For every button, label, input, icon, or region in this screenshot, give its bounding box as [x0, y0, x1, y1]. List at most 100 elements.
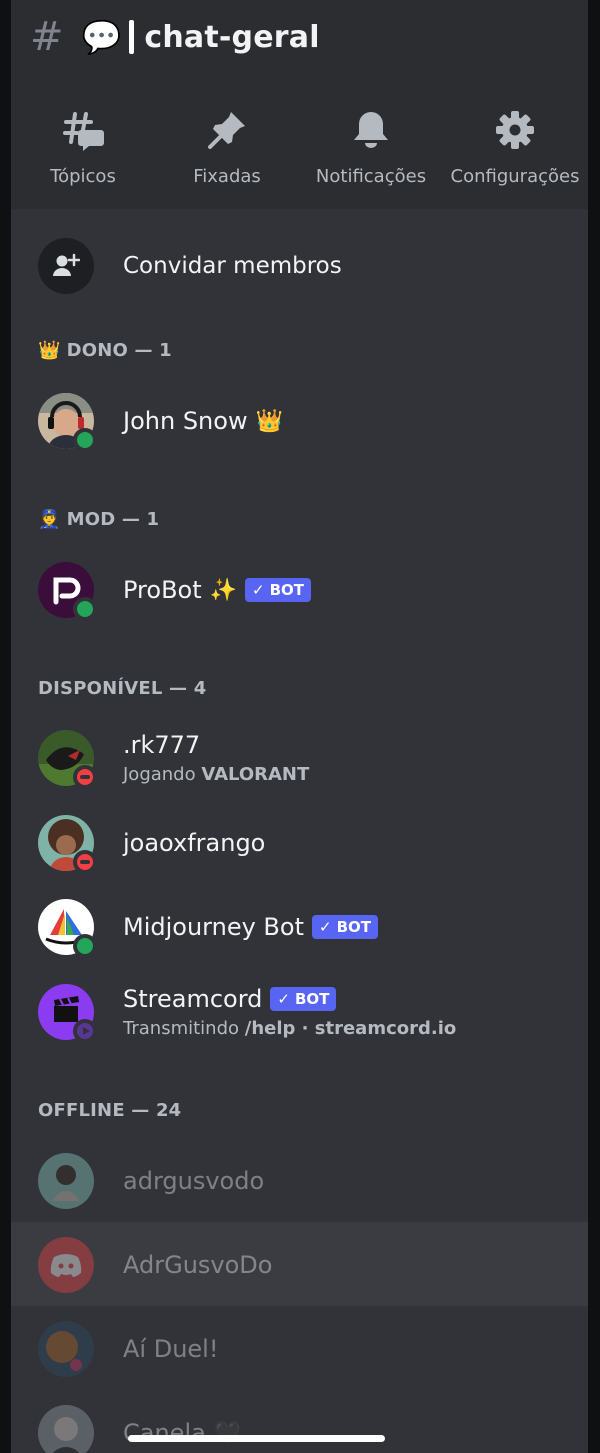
- activity-name: VALORANT: [201, 764, 310, 785]
- status-dnd-indicator: [73, 850, 97, 874]
- activity-name: /help · streamcord.io: [244, 1018, 457, 1039]
- member-text: Aí Duel!: [123, 1335, 218, 1363]
- invite-label: Convidar membros: [123, 253, 342, 279]
- avatar: [38, 984, 97, 1043]
- hash-icon: #: [30, 14, 64, 60]
- section-available-title: DISPONÍVEL — 4: [38, 678, 207, 699]
- member-text: AdrGusvoDo: [123, 1251, 272, 1279]
- member-name: AdrGusvoDo: [123, 1251, 273, 1279]
- member-text: Streamcord ✓ BOT Transmitindo /help · st…: [123, 985, 456, 1039]
- section-owner-title: DONO — 1: [66, 340, 172, 361]
- notifications-button[interactable]: Notificações: [299, 108, 443, 198]
- member-text: John Snow 👑: [123, 407, 283, 435]
- member-text: Midjourney Bot ✓ BOT: [123, 913, 378, 941]
- add-user-icon: [38, 238, 94, 294]
- channel-title-row: # 💬 chat-geral: [30, 14, 320, 60]
- verified-check-icon: ✓: [252, 581, 265, 599]
- notifications-label: Notificações: [315, 166, 427, 187]
- avatar: [38, 562, 97, 621]
- bot-badge-label: BOT: [336, 918, 371, 936]
- verified-check-icon: ✓: [318, 918, 332, 936]
- threads-button[interactable]: Tópicos: [11, 108, 155, 198]
- status-online-indicator: [73, 934, 97, 958]
- member-joaoxfrango[interactable]: joaoxfrango: [38, 815, 578, 874]
- sparkles-emoji: ✨: [209, 577, 238, 603]
- section-available: DISPONÍVEL — 4: [38, 678, 206, 699]
- member-text: adrgusvodo: [123, 1167, 264, 1195]
- member-name-row: Streamcord ✓ BOT: [123, 985, 456, 1013]
- member-name: Midjourney Bot: [123, 913, 304, 941]
- member-name: ProBot: [123, 576, 202, 604]
- avatar-image: [38, 1321, 94, 1377]
- member-name-row: ProBot ✨ ✓ BOT: [123, 576, 312, 604]
- avatar: [38, 1237, 94, 1293]
- section-offline: OFFLINE — 24: [38, 1100, 181, 1121]
- avatar: [38, 730, 97, 789]
- section-mod: 👮 MOD — 1: [38, 509, 159, 530]
- title-divider: [129, 20, 135, 54]
- invite-members-button[interactable]: Convidar membros: [38, 238, 342, 294]
- avatar: [38, 1405, 94, 1453]
- section-owner: 👑 DONO — 1: [38, 340, 172, 361]
- bot-badge-label: BOT: [269, 581, 305, 599]
- bot-badge: ✓ BOT: [245, 578, 312, 602]
- member-midjourney-bot[interactable]: Midjourney Bot ✓ BOT: [38, 899, 578, 958]
- settings-button[interactable]: Configurações: [443, 108, 587, 198]
- pins-label: Fixadas: [193, 166, 261, 187]
- activity-prefix: Jogando: [123, 764, 196, 785]
- bell-icon: [349, 108, 393, 152]
- avatar: [38, 1321, 94, 1377]
- bot-badge-label: BOT: [294, 990, 330, 1008]
- threads-label: Tópicos: [50, 166, 116, 187]
- member-text: Canela 🖤: [123, 1419, 241, 1447]
- member-activity: Transmitindo /help · streamcord.io: [123, 1018, 456, 1039]
- member-probot[interactable]: ProBot ✨ ✓ BOT: [38, 562, 578, 621]
- channel-actions: Tópicos Fixadas Notificações Configuraçõ…: [11, 108, 588, 198]
- pins-button[interactable]: Fixadas: [155, 108, 299, 198]
- member-name: Streamcord: [123, 985, 263, 1013]
- status-dnd-indicator: [73, 765, 97, 789]
- threads-icon: [61, 108, 105, 152]
- bot-badge: ✓ BOT: [311, 915, 378, 939]
- home-indicator[interactable]: [128, 1435, 385, 1442]
- member-name: adrgusvodo: [123, 1167, 265, 1195]
- settings-label: Configurações: [450, 166, 580, 187]
- discord-logo-icon: [38, 1237, 94, 1293]
- avatar: [38, 1153, 94, 1209]
- avatar: [38, 899, 97, 958]
- member-name-row: John Snow 👑: [123, 407, 283, 435]
- section-mod-title: MOD — 1: [66, 509, 160, 530]
- bot-badge: ✓ BOT: [270, 987, 337, 1011]
- status-online-indicator: [73, 597, 97, 621]
- crown-emoji: 👑: [38, 340, 61, 361]
- gear-icon: [493, 108, 537, 152]
- status-online-indicator: [73, 428, 97, 452]
- crown-emoji: 👑: [255, 408, 283, 434]
- member-name-row: Midjourney Bot ✓ BOT: [123, 913, 378, 941]
- member-name-row: Canela 🖤: [123, 1419, 241, 1447]
- member-canela[interactable]: Canela 🖤: [38, 1405, 578, 1453]
- channel-title: chat-geral: [144, 19, 320, 55]
- avatar: [38, 393, 97, 452]
- status-streaming-indicator: [73, 1019, 97, 1043]
- member-name: John Snow: [123, 407, 248, 435]
- member-text: ProBot ✨ ✓ BOT: [123, 576, 312, 604]
- member-name: Aí Duel!: [123, 1335, 219, 1363]
- member-text: joaoxfrango: [123, 829, 265, 857]
- member-john-snow[interactable]: John Snow 👑: [38, 393, 578, 452]
- member-adrgusvodo[interactable]: adrgusvodo: [38, 1153, 578, 1209]
- member-streamcord[interactable]: Streamcord ✓ BOT Transmitindo /help · st…: [38, 984, 578, 1043]
- member-name: joaoxfrango: [123, 829, 266, 857]
- avatar-image: [38, 1153, 94, 1209]
- police-officer-emoji: 👮: [38, 509, 61, 530]
- member-ai-duel[interactable]: Aí Duel!: [38, 1321, 578, 1377]
- member-activity: Jogando VALORANT: [123, 764, 309, 785]
- member-adrgusvodo-2[interactable]: AdrGusvoDo: [38, 1237, 578, 1293]
- activity-prefix: Transmitindo: [123, 1018, 240, 1039]
- verified-check-icon: ✓: [277, 990, 290, 1008]
- member-text: .rk777 Jogando VALORANT: [123, 731, 309, 785]
- member-name: .rk777: [123, 731, 201, 759]
- member-rk777[interactable]: .rk777 Jogando VALORANT: [38, 730, 578, 789]
- avatar-image: [38, 1405, 94, 1453]
- member-name: Canela: [123, 1419, 206, 1447]
